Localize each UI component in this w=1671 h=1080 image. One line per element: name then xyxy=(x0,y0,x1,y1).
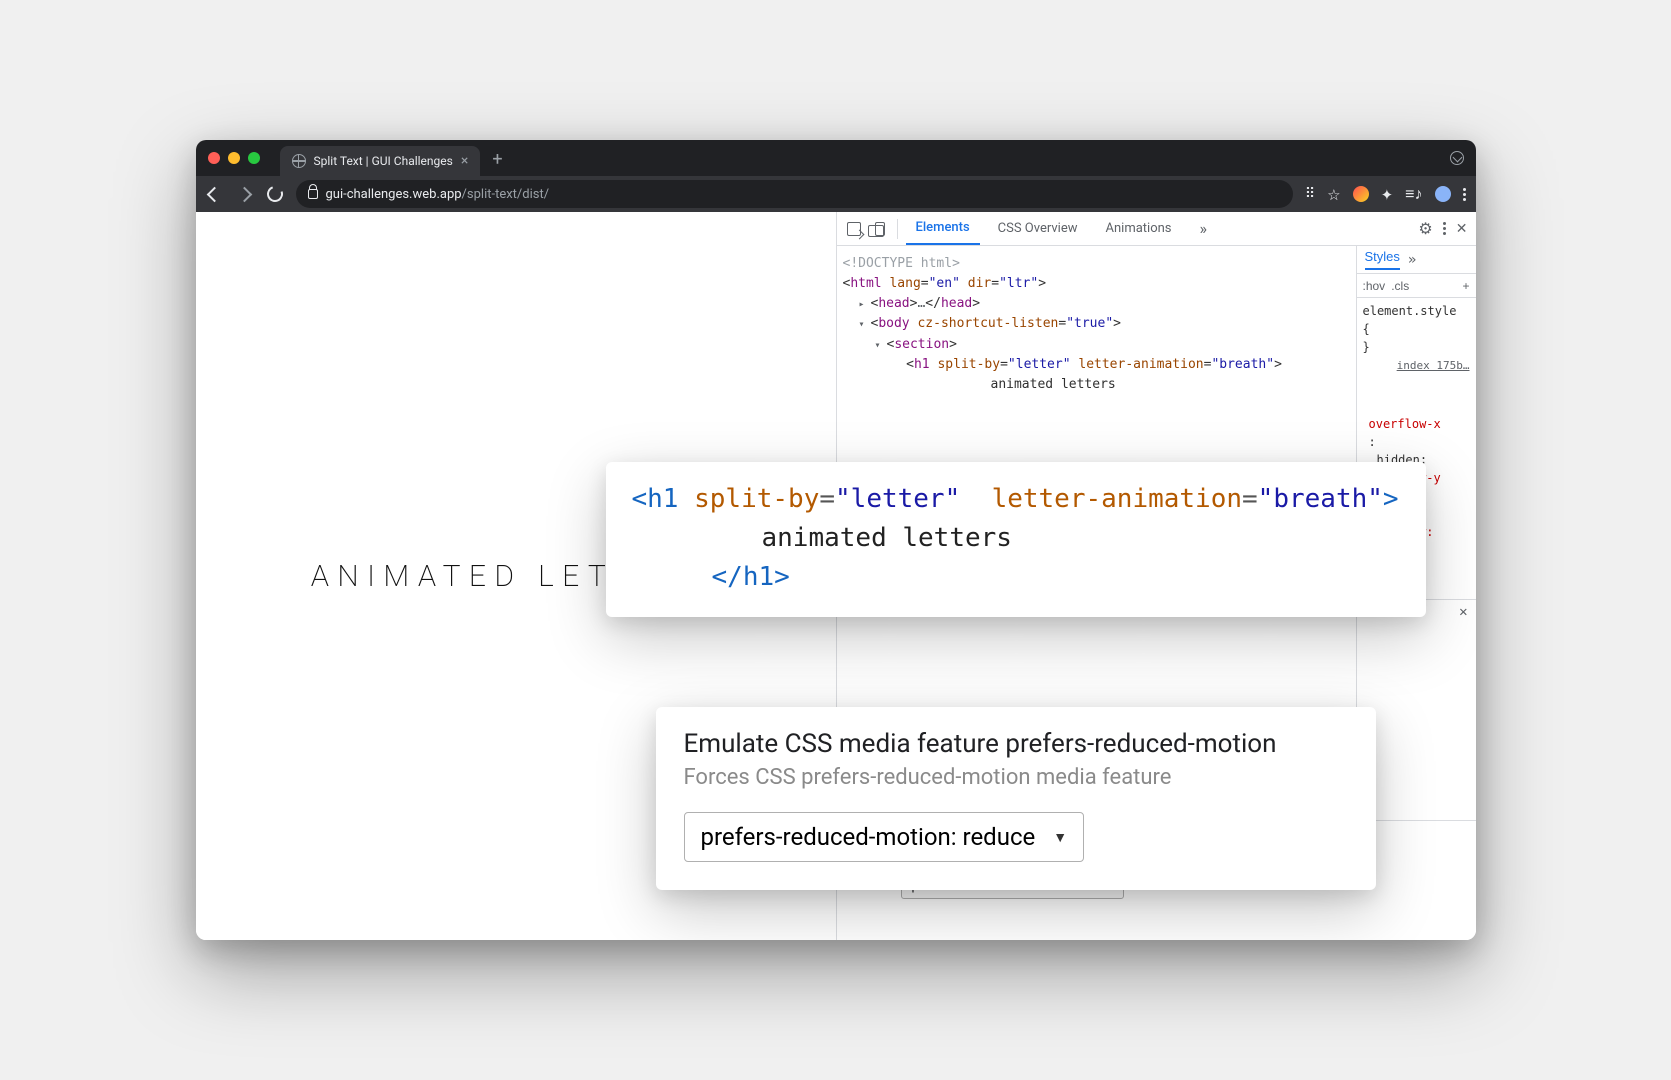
emulate-title: Emulate CSS media feature prefers-reduce… xyxy=(684,729,1348,759)
close-tab-button[interactable]: × xyxy=(461,153,468,169)
emulate-desc: Forces CSS prefers-reduced-motion media … xyxy=(684,765,1348,790)
globe-icon xyxy=(292,154,306,168)
browser-toolbar: gui-challenges.web.app/split-text/dist/ … xyxy=(196,176,1476,212)
address-bar[interactable]: gui-challenges.web.app/split-text/dist/ xyxy=(296,180,1293,208)
styles-cls-toggle[interactable]: .cls xyxy=(1391,279,1409,293)
content-area: ANIMATED LETTERS Elements CSS Overview A… xyxy=(196,212,1476,940)
tab-animations[interactable]: Animations xyxy=(1096,212,1182,245)
reload-button[interactable] xyxy=(266,185,284,203)
code-callout: <h1 split-by="letter" letter-animation="… xyxy=(606,462,1426,617)
bookmark-icon[interactable] xyxy=(1327,185,1340,204)
tab-elements[interactable]: Elements xyxy=(906,212,980,245)
extension-icon[interactable] xyxy=(1353,186,1369,202)
toggle-device-button[interactable] xyxy=(871,220,889,238)
styles-add-rule[interactable]: + xyxy=(1462,279,1469,293)
tab-css-overview[interactable]: CSS Overview xyxy=(988,212,1088,245)
close-window-button[interactable] xyxy=(208,152,220,164)
url-host: gui-challenges.web.app xyxy=(326,187,462,202)
chrome-window: Split Text | GUI Challenges × + gui-chal… xyxy=(196,140,1476,940)
lock-icon xyxy=(308,189,318,199)
inspect-element-button[interactable] xyxy=(845,220,863,238)
extension-icons: ⠿ ≡♪ xyxy=(1305,184,1466,204)
extensions-menu-icon[interactable] xyxy=(1381,185,1394,204)
new-tab-button[interactable]: + xyxy=(492,149,502,170)
emulate-select-value: prefers-reduced-motion: reduce xyxy=(701,823,1036,851)
minimize-window-button[interactable] xyxy=(228,152,240,164)
titlebar: Split Text | GUI Challenges × + xyxy=(196,140,1476,176)
devtools-menu-icon[interactable] xyxy=(1443,222,1446,235)
styles-filter-row: :hov .cls + xyxy=(1357,274,1476,298)
styles-tab[interactable]: Styles xyxy=(1365,249,1400,270)
forward-button[interactable] xyxy=(236,185,254,203)
playlist-icon[interactable]: ≡♪ xyxy=(1405,184,1422,204)
close-drawer-icon[interactable] xyxy=(1459,604,1467,620)
browser-tab[interactable]: Split Text | GUI Challenges × xyxy=(280,146,481,176)
tab-title: Split Text | GUI Challenges xyxy=(314,154,453,168)
devtools-tabbar: Elements CSS Overview Animations » xyxy=(837,212,1476,246)
caret-down-icon: ▼ xyxy=(1053,829,1067,846)
emulate-select[interactable]: prefers-reduced-motion: reduce ▼ xyxy=(684,812,1085,862)
window-controls xyxy=(208,152,260,164)
close-devtools-button[interactable] xyxy=(1456,221,1468,237)
tab-overflow-button[interactable]: » xyxy=(1190,212,1218,245)
profile-icon[interactable] xyxy=(1435,186,1451,202)
styles-tab-overflow[interactable]: » xyxy=(1408,252,1416,268)
dom-doctype: <!DOCTYPE html> xyxy=(843,256,960,271)
chevron-down-icon[interactable] xyxy=(1450,151,1464,165)
gear-icon[interactable] xyxy=(1418,219,1432,238)
translate-icon[interactable]: ⠿ xyxy=(1305,186,1315,202)
fullscreen-window-button[interactable] xyxy=(248,152,260,164)
styles-tabbar: Styles » xyxy=(1357,246,1476,274)
back-button[interactable] xyxy=(206,185,224,203)
chrome-menu-icon[interactable] xyxy=(1463,188,1466,201)
emulate-callout: Emulate CSS media feature prefers-reduce… xyxy=(656,707,1376,890)
url-path: /split-text/dist/ xyxy=(462,187,550,202)
styles-hov-toggle[interactable]: :hov xyxy=(1363,279,1386,293)
stylesheet-link[interactable]: index 175b… xyxy=(1397,359,1470,372)
